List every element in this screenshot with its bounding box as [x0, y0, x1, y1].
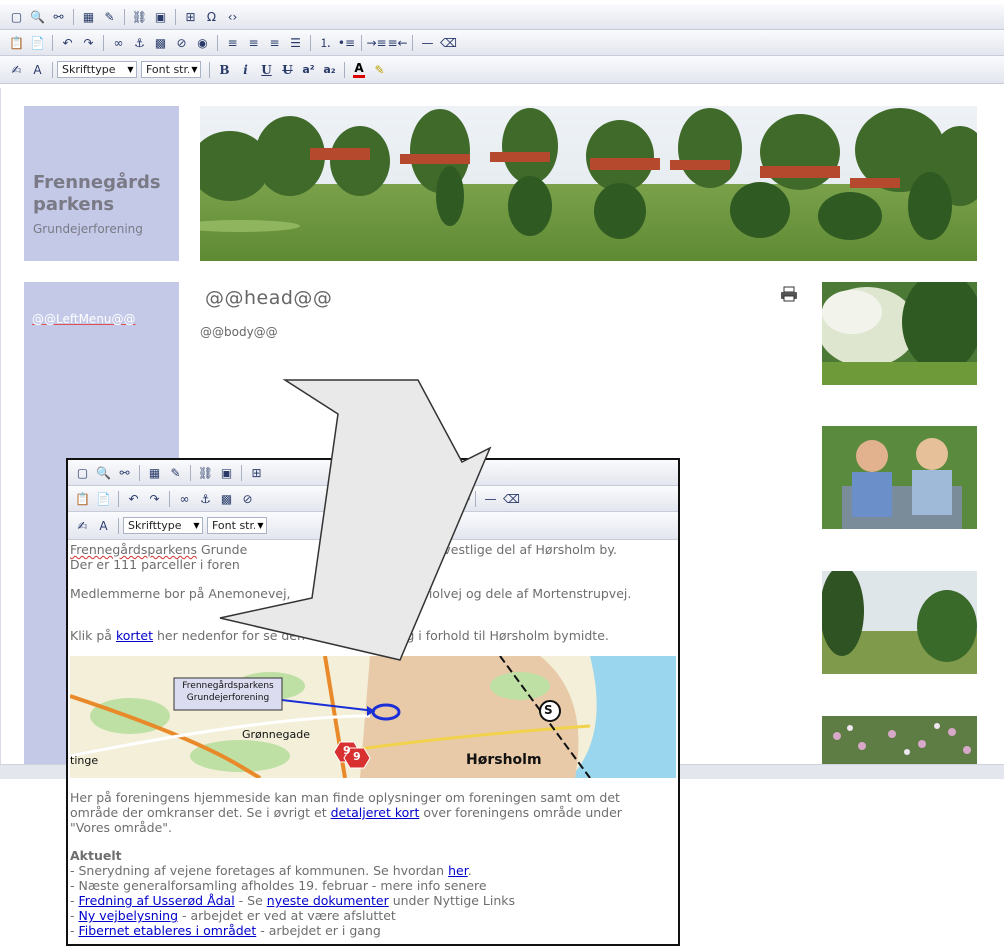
callout-arrow-shape: [219, 379, 492, 661]
callout-arrow: [219, 379, 492, 661]
